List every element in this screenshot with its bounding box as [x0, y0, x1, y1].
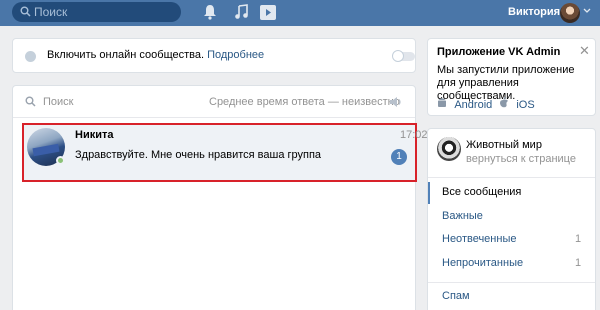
sidebar-item-label: Важные — [442, 210, 483, 222]
online-banner-label: Включить онлайн сообщества. — [47, 49, 205, 61]
close-icon[interactable]: ✕ — [579, 43, 590, 59]
music-icon[interactable] — [234, 4, 248, 20]
bell-icon[interactable] — [203, 4, 217, 20]
divider — [428, 177, 595, 178]
search-icon — [20, 6, 31, 17]
sidebar-item-count: 1 — [575, 233, 582, 245]
dialog-row[interactable]: Никита 17:02 Здравствуйте. Мне очень нра… — [22, 123, 428, 182]
promo-title: Приложение VK Admin — [437, 46, 561, 58]
more-link[interactable]: Подробнее — [207, 49, 264, 61]
top-header: Поиск Виктория — [0, 0, 600, 26]
user-name[interactable]: Виктория — [508, 6, 560, 18]
messages-card: Поиск Среднее время ответа — неизвестно … — [12, 85, 428, 310]
sidebar-item-important[interactable]: Важные — [428, 206, 595, 228]
divider — [428, 282, 595, 283]
toggle-knob — [392, 50, 404, 62]
chevron-down-icon[interactable] — [583, 8, 591, 14]
sidebar-item-spam[interactable]: Спам — [428, 286, 595, 308]
status-dot-icon — [25, 51, 36, 62]
android-label: Android — [454, 99, 493, 111]
sidebar-item-unread[interactable]: Непрочитанные 1 — [428, 253, 595, 275]
online-status-card: Включить онлайн сообщества. Подробнее — [12, 38, 416, 73]
android-link[interactable]: Android — [437, 97, 492, 111]
return-link[interactable]: вернуться к странице — [466, 153, 576, 165]
message-preview: Здравствуйте. Мне очень нравится ваша гр… — [75, 149, 322, 161]
messages-search-bar[interactable]: Поиск Среднее время ответа — неизвестно — [13, 86, 415, 118]
response-time-text: Среднее время ответа — неизвестно — [209, 96, 400, 108]
header-search[interactable]: Поиск — [12, 2, 181, 22]
unread-badge: 1 — [391, 149, 407, 165]
online-toggle[interactable] — [392, 50, 415, 62]
sidebar-item-label: Непрочитанные — [442, 257, 524, 269]
message-time: 17:02 — [400, 129, 428, 141]
online-indicator-icon — [56, 156, 65, 165]
sidebar-item-label: Неотвеченные — [442, 233, 517, 245]
ios-link[interactable]: iOS — [499, 97, 535, 111]
android-icon — [438, 98, 446, 107]
online-banner-text: Включить онлайн сообщества. Подробнее — [47, 49, 264, 61]
speaker-icon[interactable] — [389, 95, 403, 109]
community-avatar[interactable] — [437, 137, 461, 161]
ios-label: iOS — [516, 99, 535, 111]
search-icon — [25, 96, 36, 107]
vk-admin-promo: Приложение VK Admin ✕ Мы запустили прило… — [427, 38, 596, 116]
video-icon[interactable] — [260, 5, 276, 20]
sidebar-item-label: Все сообщения — [442, 186, 522, 198]
header-search-placeholder: Поиск — [34, 5, 68, 19]
contact-name[interactable]: Никита — [75, 129, 113, 141]
sidebar-item-label: Спам — [442, 290, 470, 302]
apple-icon — [500, 97, 508, 108]
messages-search-placeholder: Поиск — [43, 96, 74, 108]
sidebar-item-count: 1 — [575, 257, 582, 269]
messages-sidebar: Животный мир вернуться к странице Все со… — [427, 128, 596, 310]
community-name[interactable]: Животный мир — [466, 139, 542, 151]
sidebar-item-unanswered[interactable]: Неотвеченные 1 — [428, 229, 595, 251]
user-avatar[interactable] — [560, 3, 580, 23]
sidebar-item-all[interactable]: Все сообщения — [428, 182, 595, 204]
